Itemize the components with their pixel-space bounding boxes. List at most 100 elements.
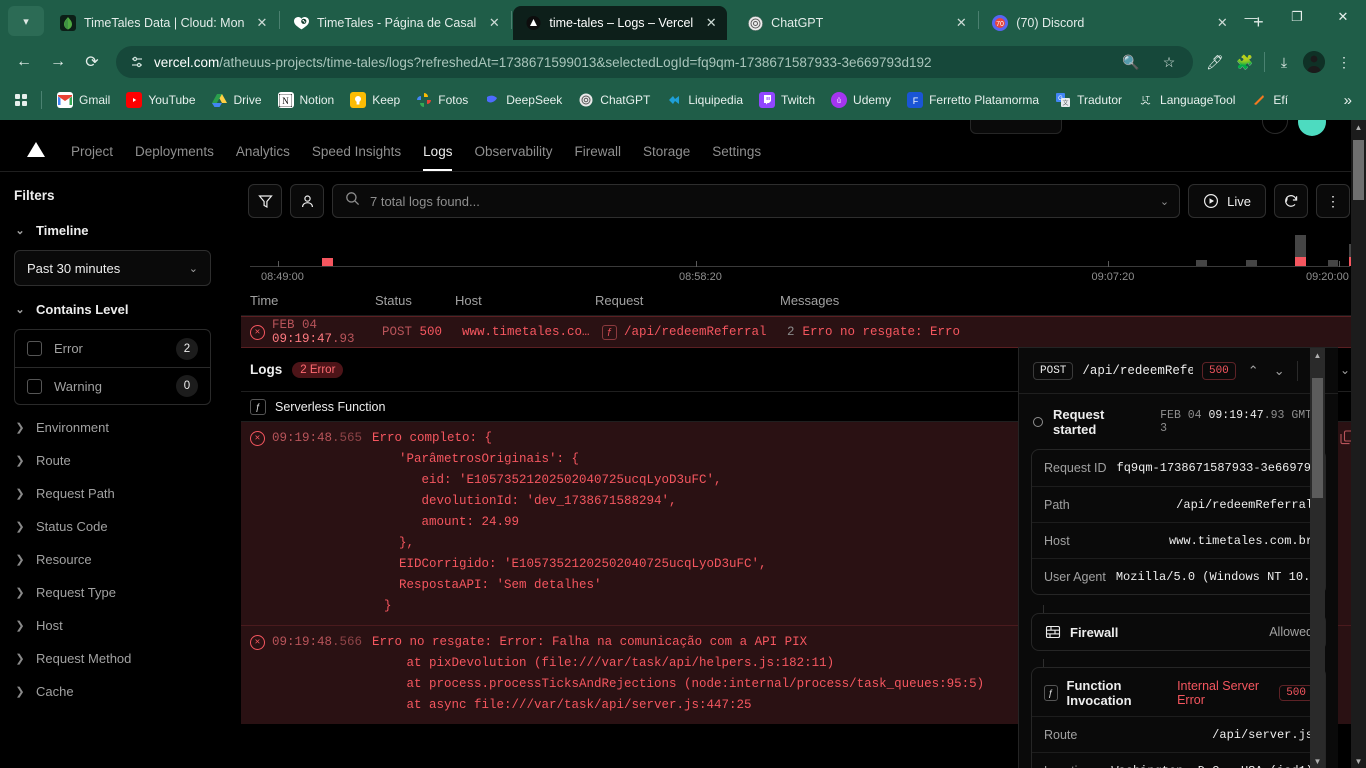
scroll-up-arrow-icon[interactable]: ▲ [1310,348,1325,362]
bookmark-notion[interactable]: N Notion [271,89,342,111]
nav-logs[interactable]: Logs [412,144,463,171]
partially-hidden-icon[interactable] [1262,120,1288,134]
bookmark-tradutor[interactable]: G文 Tradutor [1048,89,1129,111]
bookmark-efi[interactable]: Efí [1244,89,1295,111]
extensions-icon[interactable]: 🧩 [1231,48,1259,76]
scroll-down-arrow-icon[interactable]: ▼ [1310,754,1325,768]
user-filter-button[interactable] [290,184,324,218]
timeline-range-select[interactable]: Past 30 minutes ⌄ [14,250,211,286]
vercel-logo-icon[interactable] [22,129,50,169]
nav-project[interactable]: Project [60,144,124,171]
filter-toggle-button[interactable] [248,184,282,218]
nav-deployments[interactable]: Deployments [124,144,225,171]
back-icon[interactable]: ← [8,46,40,78]
downloads-icon[interactable]: ⤓ [1270,48,1298,76]
more-options-button[interactable]: ⋮ [1316,184,1350,218]
bookmark-drive[interactable]: Drive [205,89,269,111]
live-button[interactable]: Live [1188,184,1266,218]
table-row[interactable]: ✕ FEB 04 09:19:47.93 POST 500 www.timeta… [241,316,1366,348]
logs-timeline-chart[interactable]: 08:49:00 08:58:20 09:07:20 09:20:00 [250,230,1359,286]
partially-hidden-avatar[interactable] [1298,120,1326,136]
address-bar[interactable]: vercel.com/atheuus-projects/time-tales/l… [116,46,1193,78]
checkbox[interactable] [27,341,42,356]
nav-analytics[interactable]: Analytics [225,144,301,171]
bookmark-languagetool[interactable]: LT LanguageTool [1131,89,1242,111]
bookmark-gmail[interactable]: Gmail [50,89,117,111]
detail-panel-scrollbar[interactable]: ▲ ▼ [1310,348,1325,768]
filter-group-host[interactable]: ❯ Host [14,609,211,642]
filter-group-contains-level[interactable]: ⌄ Contains Level [14,296,211,323]
refresh-button[interactable] [1274,184,1308,218]
minimize-button[interactable]: — [1228,0,1274,34]
browser-tab-2[interactable]: TimeTales - Página de Casal ✕ [281,6,510,40]
maximize-button[interactable]: ❐ [1274,0,1320,34]
site-settings-icon[interactable] [128,53,146,71]
timeline-bar-error[interactable] [321,258,333,266]
chevron-down-icon[interactable]: ⌄ [1340,363,1350,377]
logs-search-input[interactable]: 7 total logs found... ⌄ [332,184,1181,218]
profile-avatar[interactable] [1300,48,1328,76]
filter-group-resource[interactable]: ❯ Resource [14,543,211,576]
partially-hidden-button[interactable] [970,120,1062,134]
scrollbar-thumb[interactable] [1312,378,1323,498]
close-icon[interactable]: ✕ [701,13,721,33]
filter-group-status-code[interactable]: ❯ Status Code [14,510,211,543]
chrome-menu-icon[interactable]: ⋮ [1330,48,1358,76]
chevron-right-icon: ❯ [15,521,25,533]
search-icon[interactable]: 🔍 [1117,48,1145,76]
bookmark-fotos[interactable]: Fotos [409,89,475,111]
level-filter-warning[interactable]: Warning 0 [15,367,210,404]
timeline-bar-info[interactable] [1196,260,1207,266]
timeline-bar-info[interactable] [1295,235,1306,257]
filter-group-request-path[interactable]: ❯ Request Path [14,477,211,510]
chevron-down-icon[interactable]: ⌄ [1271,363,1288,379]
nav-observability[interactable]: Observability [463,144,563,171]
apps-grid-icon[interactable] [6,89,33,111]
bookmark-twitch[interactable]: Twitch [752,89,822,111]
browser-tab-1[interactable]: TimeTales Data | Cloud: Mon ✕ [48,6,278,40]
bookmark-deepseek[interactable]: DeepSeek [477,89,569,111]
row-message-count: 2 [787,325,795,339]
page-scrollbar[interactable]: ▲ ▼ [1351,120,1366,768]
close-icon[interactable]: ✕ [951,13,971,33]
reload-icon[interactable]: ⟳ [76,46,108,78]
timeline-bar-error[interactable] [1295,257,1306,266]
bookmark-udemy[interactable]: û Udemy [824,89,898,111]
checkbox[interactable] [27,378,42,394]
nav-storage[interactable]: Storage [632,144,701,171]
browser-tab-5[interactable]: 70 (70) Discord ✕ [980,6,1238,40]
timeline-bar-info[interactable] [1245,260,1257,266]
firewall-row[interactable]: Firewall Allowed [1031,613,1326,651]
nav-firewall[interactable]: Firewall [563,144,632,171]
filter-group-environment[interactable]: ❯ Environment [14,411,211,444]
scrollbar-thumb[interactable] [1353,140,1364,200]
bookmarks-overflow-icon[interactable]: » [1336,90,1360,111]
filter-group-request-type[interactable]: ❯ Request Type [14,576,211,609]
tab-search-button[interactable]: ▾ [8,6,44,36]
scroll-down-arrow-icon[interactable]: ▼ [1351,754,1366,768]
browser-tab-3-active[interactable]: time-tales – Logs – Vercel ✕ [513,6,728,40]
timeline-bar-info[interactable] [1328,260,1338,266]
chevron-down-icon[interactable]: ⌄ [1160,195,1169,208]
bookmark-youtube[interactable]: YouTube [119,89,202,111]
bookmark-star-icon[interactable]: ☆ [1155,48,1183,76]
nav-speed-insights[interactable]: Speed Insights [301,144,412,171]
filter-group-route[interactable]: ❯ Route [14,444,211,477]
filter-group-cache[interactable]: ❯ Cache [14,675,211,708]
close-icon[interactable]: ✕ [484,13,504,33]
forward-icon[interactable]: → [42,46,74,78]
scroll-up-arrow-icon[interactable]: ▲ [1351,120,1366,134]
close-icon[interactable]: ✕ [252,13,272,33]
highlighter-icon[interactable]: 🖊 [1201,48,1229,76]
filter-group-request-method[interactable]: ❯ Request Method [14,642,211,675]
browser-tab-4[interactable]: ChatGPT ✕ [735,6,977,40]
level-filter-error[interactable]: Error 2 [15,330,210,367]
window-close-button[interactable]: ✕ [1320,0,1366,34]
bookmark-keep[interactable]: Keep [343,89,407,111]
nav-settings[interactable]: Settings [701,144,772,171]
filter-group-timeline[interactable]: ⌄ Timeline [14,217,211,244]
chevron-up-icon[interactable]: ⌃ [1245,363,1262,379]
bookmark-liquipedia[interactable]: Liquipedia [659,89,750,111]
bookmark-ferretto[interactable]: F Ferretto Platamorma [900,89,1046,111]
bookmark-chatgpt[interactable]: ChatGPT [571,89,657,111]
